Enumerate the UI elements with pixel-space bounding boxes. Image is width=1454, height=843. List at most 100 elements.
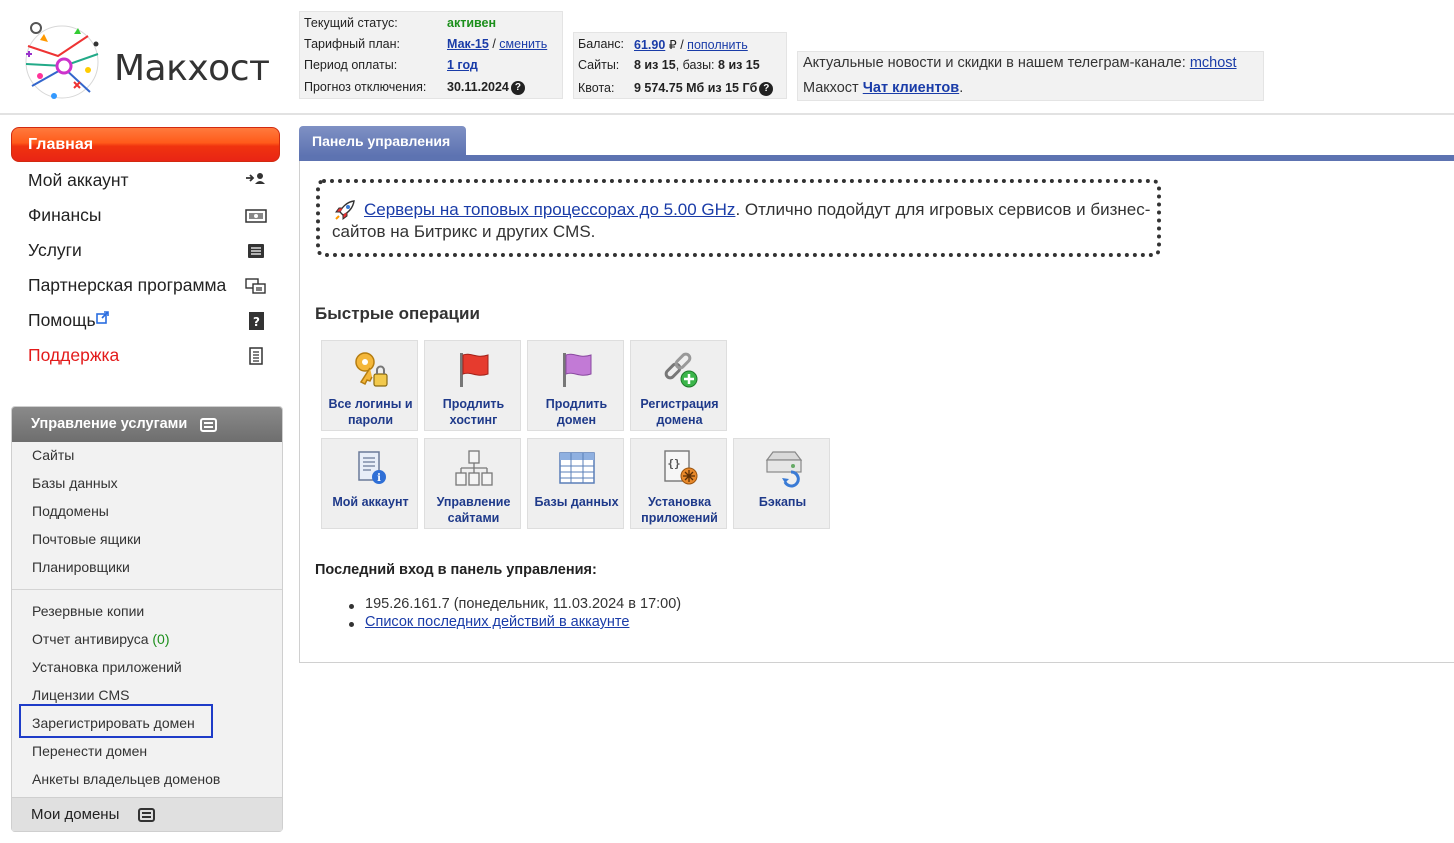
topup-link[interactable]: пополнить (687, 38, 748, 52)
tile-label: Управление сайтами (436, 495, 511, 525)
tile-label: Продлить хостинг (442, 397, 505, 427)
nav-main-button[interactable]: Главная (11, 127, 280, 162)
services-panel: Управление услугами Сайты Базы данных По… (11, 406, 283, 832)
service-link-domain-owners[interactable]: Анкеты владельцев доменов (32, 771, 220, 787)
tile-label: Базы данных (534, 495, 619, 509)
service-link-app-install[interactable]: Установка приложений (32, 659, 182, 675)
service-link-databases[interactable]: Базы данных (32, 475, 118, 491)
db-value: 8 из 15 (718, 58, 760, 72)
menu-icon (138, 808, 155, 822)
last-login-item: 195.26.161.7 (понедельник, 11.03.2024 в … (349, 596, 681, 612)
tile-logins-passwords[interactable]: Все логины и пароли (321, 340, 418, 431)
services-header[interactable]: Управление услугами (12, 407, 282, 442)
tab-label: Панель управления (312, 133, 451, 149)
user-switch-icon (246, 173, 265, 184)
last-login-value: 195.26.161.7 (понедельник, 11.03.2024 в … (365, 596, 682, 612)
my-domains-label: Мои домены (31, 806, 120, 823)
forecast-row: 30.11.2024? (447, 80, 525, 95)
balance-label: Баланс: (578, 37, 625, 51)
red-flag-icon (460, 353, 489, 387)
chain-add-icon (664, 352, 698, 388)
service-link-antivirus[interactable]: Отчет антивируса (0) (32, 631, 170, 647)
forecast-value: 30.11.2024 (447, 80, 509, 94)
plan-change-link[interactable]: сменить (499, 37, 547, 51)
tile-label: Все логины и пароли (328, 397, 413, 427)
quota-row: 9 574.75 Мб из 15 Гб? (634, 81, 774, 96)
recent-actions-item: Список последних действий в аккаунте (349, 614, 629, 630)
service-link-backups[interactable]: Резервные копии (32, 603, 144, 619)
sitemap-icon (455, 450, 493, 486)
app-install-icon: {} (664, 450, 698, 485)
service-link-register-domain[interactable]: Зарегистрировать домен (32, 715, 195, 731)
db-label: , базы: (675, 58, 715, 72)
list-icon (248, 244, 264, 258)
news-box: Актуальные новости и скидки в нашем теле… (797, 51, 1264, 101)
balance-separator: / (680, 38, 684, 52)
quick-operations-title: Быстрые операции (315, 304, 480, 323)
tile-register-domain[interactable]: Регистрация домена (630, 340, 727, 431)
promo-link[interactable]: Серверы на топовых процессорах до 5.00 G… (364, 200, 735, 219)
service-link-cms-licenses[interactable]: Лицензии CMS (32, 687, 129, 703)
status-value: активен (447, 16, 497, 30)
account-doc-icon: i (358, 451, 386, 484)
tile-label: Регистрация домена (640, 397, 719, 427)
nav-item-help[interactable]: Помощь (28, 310, 109, 331)
recent-actions-link[interactable]: Список последних действий в аккаунте (365, 614, 629, 630)
nav-item-services[interactable]: Услуги (28, 240, 82, 261)
help-icon[interactable]: ? (759, 82, 774, 96)
chat-line: Макхост Чат клиентов. (803, 80, 963, 96)
sites-row: 8 из 15, базы: 8 из 15 (634, 58, 760, 72)
nav-item-finance[interactable]: Финансы (28, 205, 101, 226)
currency: ₽ (668, 38, 677, 52)
help-book-icon: ? (249, 312, 264, 330)
telegram-link[interactable]: mchost (1190, 55, 1237, 71)
header-divider (0, 113, 1454, 115)
svg-text:?: ? (253, 315, 260, 329)
status-label: Текущий статус: (304, 16, 398, 30)
balance-link[interactable]: 61.90 (634, 38, 665, 52)
promo-banner: Серверы на топовых процессорах до 5.00 G… (316, 179, 1161, 257)
chat-link[interactable]: Чат клиентов (863, 80, 959, 96)
sites-label: Сайты: (578, 58, 620, 72)
money-icon (245, 209, 267, 223)
plan-link[interactable]: Мак-15 (447, 37, 489, 51)
tile-label: Продлить домен (545, 397, 608, 427)
external-link-icon (95, 311, 109, 324)
tile-label: Мой аккаунт (332, 495, 409, 509)
tile-backups[interactable]: Бэкапы (733, 438, 830, 529)
period-link[interactable]: 1 год (447, 58, 478, 72)
sites-value: 8 из 15 (634, 58, 676, 72)
tile-extend-hosting[interactable]: Продлить хостинг (424, 340, 521, 431)
service-link-sites[interactable]: Сайты (32, 447, 74, 463)
table-icon (559, 452, 595, 484)
service-link-mailboxes[interactable]: Почтовые ящики (32, 531, 141, 547)
chat-prefix: Макхост (803, 80, 859, 96)
promo-text: Серверы на топовых процессорах до 5.00 G… (332, 199, 1152, 243)
account-box: Баланс: 61.90 ₽ / пополнить Сайты: 8 из … (573, 32, 787, 99)
tile-extend-domain[interactable]: Продлить домен (527, 340, 624, 431)
tile-install-apps[interactable]: {} Установка приложений (630, 438, 727, 529)
service-link-schedulers[interactable]: Планировщики (32, 559, 130, 575)
last-login-title: Последний вход в панель управления: (315, 562, 597, 578)
menu-icon (200, 418, 217, 432)
help-icon[interactable]: ? (510, 81, 525, 95)
forecast-label: Прогноз отключения: (304, 80, 427, 94)
period-label: Период оплаты: (304, 58, 398, 72)
antivirus-count: (0) (152, 631, 170, 647)
logo[interactable]: Макхост (18, 16, 270, 108)
antivirus-label: Отчет антивируса (32, 631, 149, 647)
nav-item-my-account[interactable]: Мой аккаунт (28, 170, 129, 191)
tab-control-panel[interactable]: Панель управления (299, 126, 466, 156)
nav-item-support[interactable]: Поддержка (28, 345, 119, 366)
backup-drive-icon (765, 451, 803, 488)
tile-my-account[interactable]: i Мой аккаунт (321, 438, 418, 529)
nav-item-partner[interactable]: Партнерская программа (28, 275, 226, 296)
news-line: Актуальные новости и скидки в нашем теле… (803, 55, 1237, 71)
plan-label: Тарифный план: (304, 37, 400, 51)
balance-row: 61.90 ₽ / пополнить (634, 37, 748, 52)
service-link-transfer-domain[interactable]: Перенести домен (32, 743, 147, 759)
tile-databases[interactable]: Базы данных (527, 438, 624, 529)
tile-manage-sites[interactable]: Управление сайтами (424, 438, 521, 529)
service-link-subdomains[interactable]: Поддомены (32, 503, 109, 519)
my-domains-button[interactable]: Мои домены (12, 797, 282, 831)
